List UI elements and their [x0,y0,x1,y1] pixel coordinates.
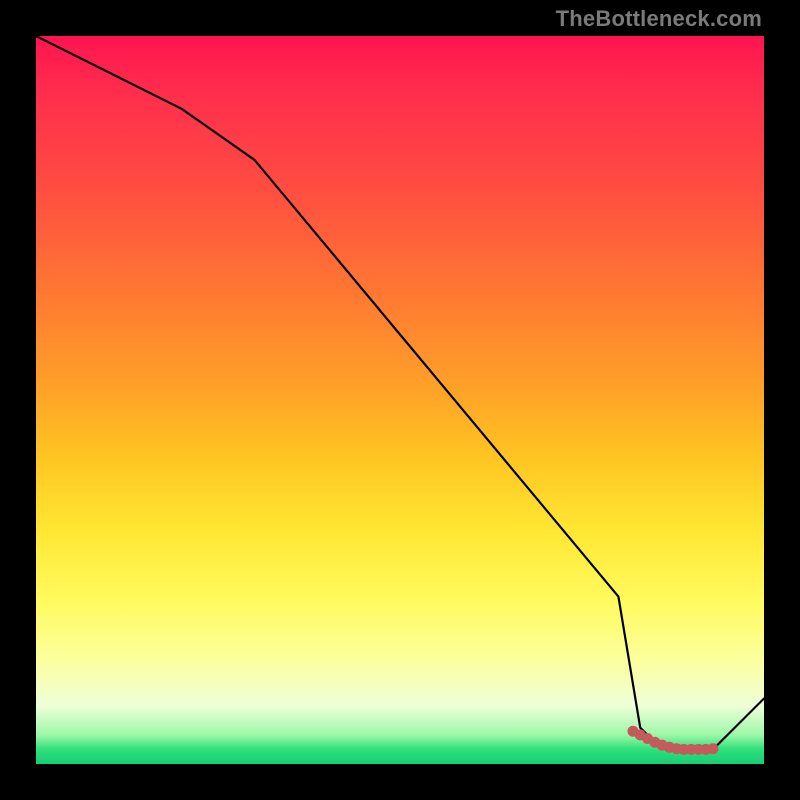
sweet-spot-marker [708,743,719,754]
bottleneck-curve [36,36,764,749]
chart-frame: TheBottleneck.com [0,0,800,800]
plot-area [36,36,764,764]
chart-svg [36,36,764,764]
watermark-text: TheBottleneck.com [556,6,762,32]
sweet-spot-markers [628,726,719,755]
